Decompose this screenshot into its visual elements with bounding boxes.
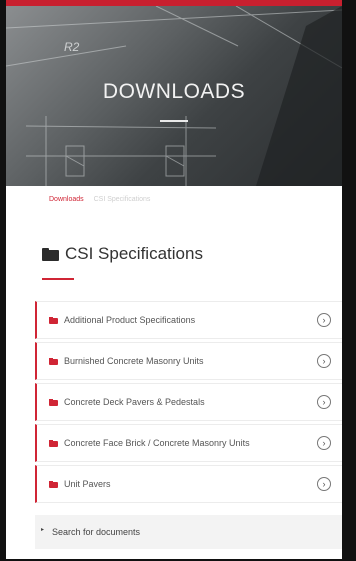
title-divider (160, 120, 188, 122)
section-heading: CSI Specifications (42, 244, 203, 264)
blueprint-mark: R2 (64, 40, 80, 54)
folder-icon (42, 247, 59, 261)
folder-icon (49, 439, 58, 447)
document-list: Additional Product Specifications › Burn… (35, 301, 342, 506)
chevron-right-icon[interactable]: › (317, 436, 331, 450)
folder-icon (49, 316, 58, 324)
document-item[interactable]: Concrete Face Brick / Concrete Masonry U… (35, 424, 342, 462)
breadcrumb: Downloads CSI Specifications (49, 196, 150, 203)
caret-right-icon: ▸ (41, 526, 45, 533)
search-label: Search for documents (52, 527, 141, 537)
page-title: DOWNLOADS (102, 80, 246, 103)
breadcrumb-downloads-link[interactable]: Downloads (49, 196, 84, 203)
document-item[interactable]: Burnished Concrete Masonry Units › (35, 342, 342, 380)
search-documents-toggle[interactable]: ▸ Search for documents (35, 515, 342, 549)
chevron-right-icon[interactable]: › (317, 395, 331, 409)
chevron-right-icon[interactable]: › (317, 354, 331, 368)
section-title: CSI Specifications (65, 244, 203, 263)
document-item[interactable]: Concrete Deck Pavers & Pedestals › (35, 383, 342, 421)
document-label: Concrete Deck Pavers & Pedestals (64, 397, 205, 407)
document-item[interactable]: Additional Product Specifications › (35, 301, 342, 339)
chevron-right-icon[interactable]: › (317, 477, 331, 491)
document-label: Concrete Face Brick / Concrete Masonry U… (64, 438, 250, 448)
page-frame: R2 DOWNLOADS Downloads CSI Specification… (0, 0, 356, 561)
chevron-right-icon[interactable]: › (317, 313, 331, 327)
folder-icon (49, 357, 58, 365)
breadcrumb-current: CSI Specifications (93, 196, 151, 203)
hero-banner: R2 DOWNLOADS (6, 6, 342, 186)
folder-icon (49, 398, 58, 406)
document-label: Burnished Concrete Masonry Units (64, 356, 204, 366)
section-underline (42, 278, 74, 280)
document-label: Unit Pavers (64, 479, 111, 489)
document-label: Additional Product Specifications (64, 315, 196, 325)
document-item[interactable]: Unit Pavers › (35, 465, 342, 503)
folder-icon (49, 480, 58, 488)
